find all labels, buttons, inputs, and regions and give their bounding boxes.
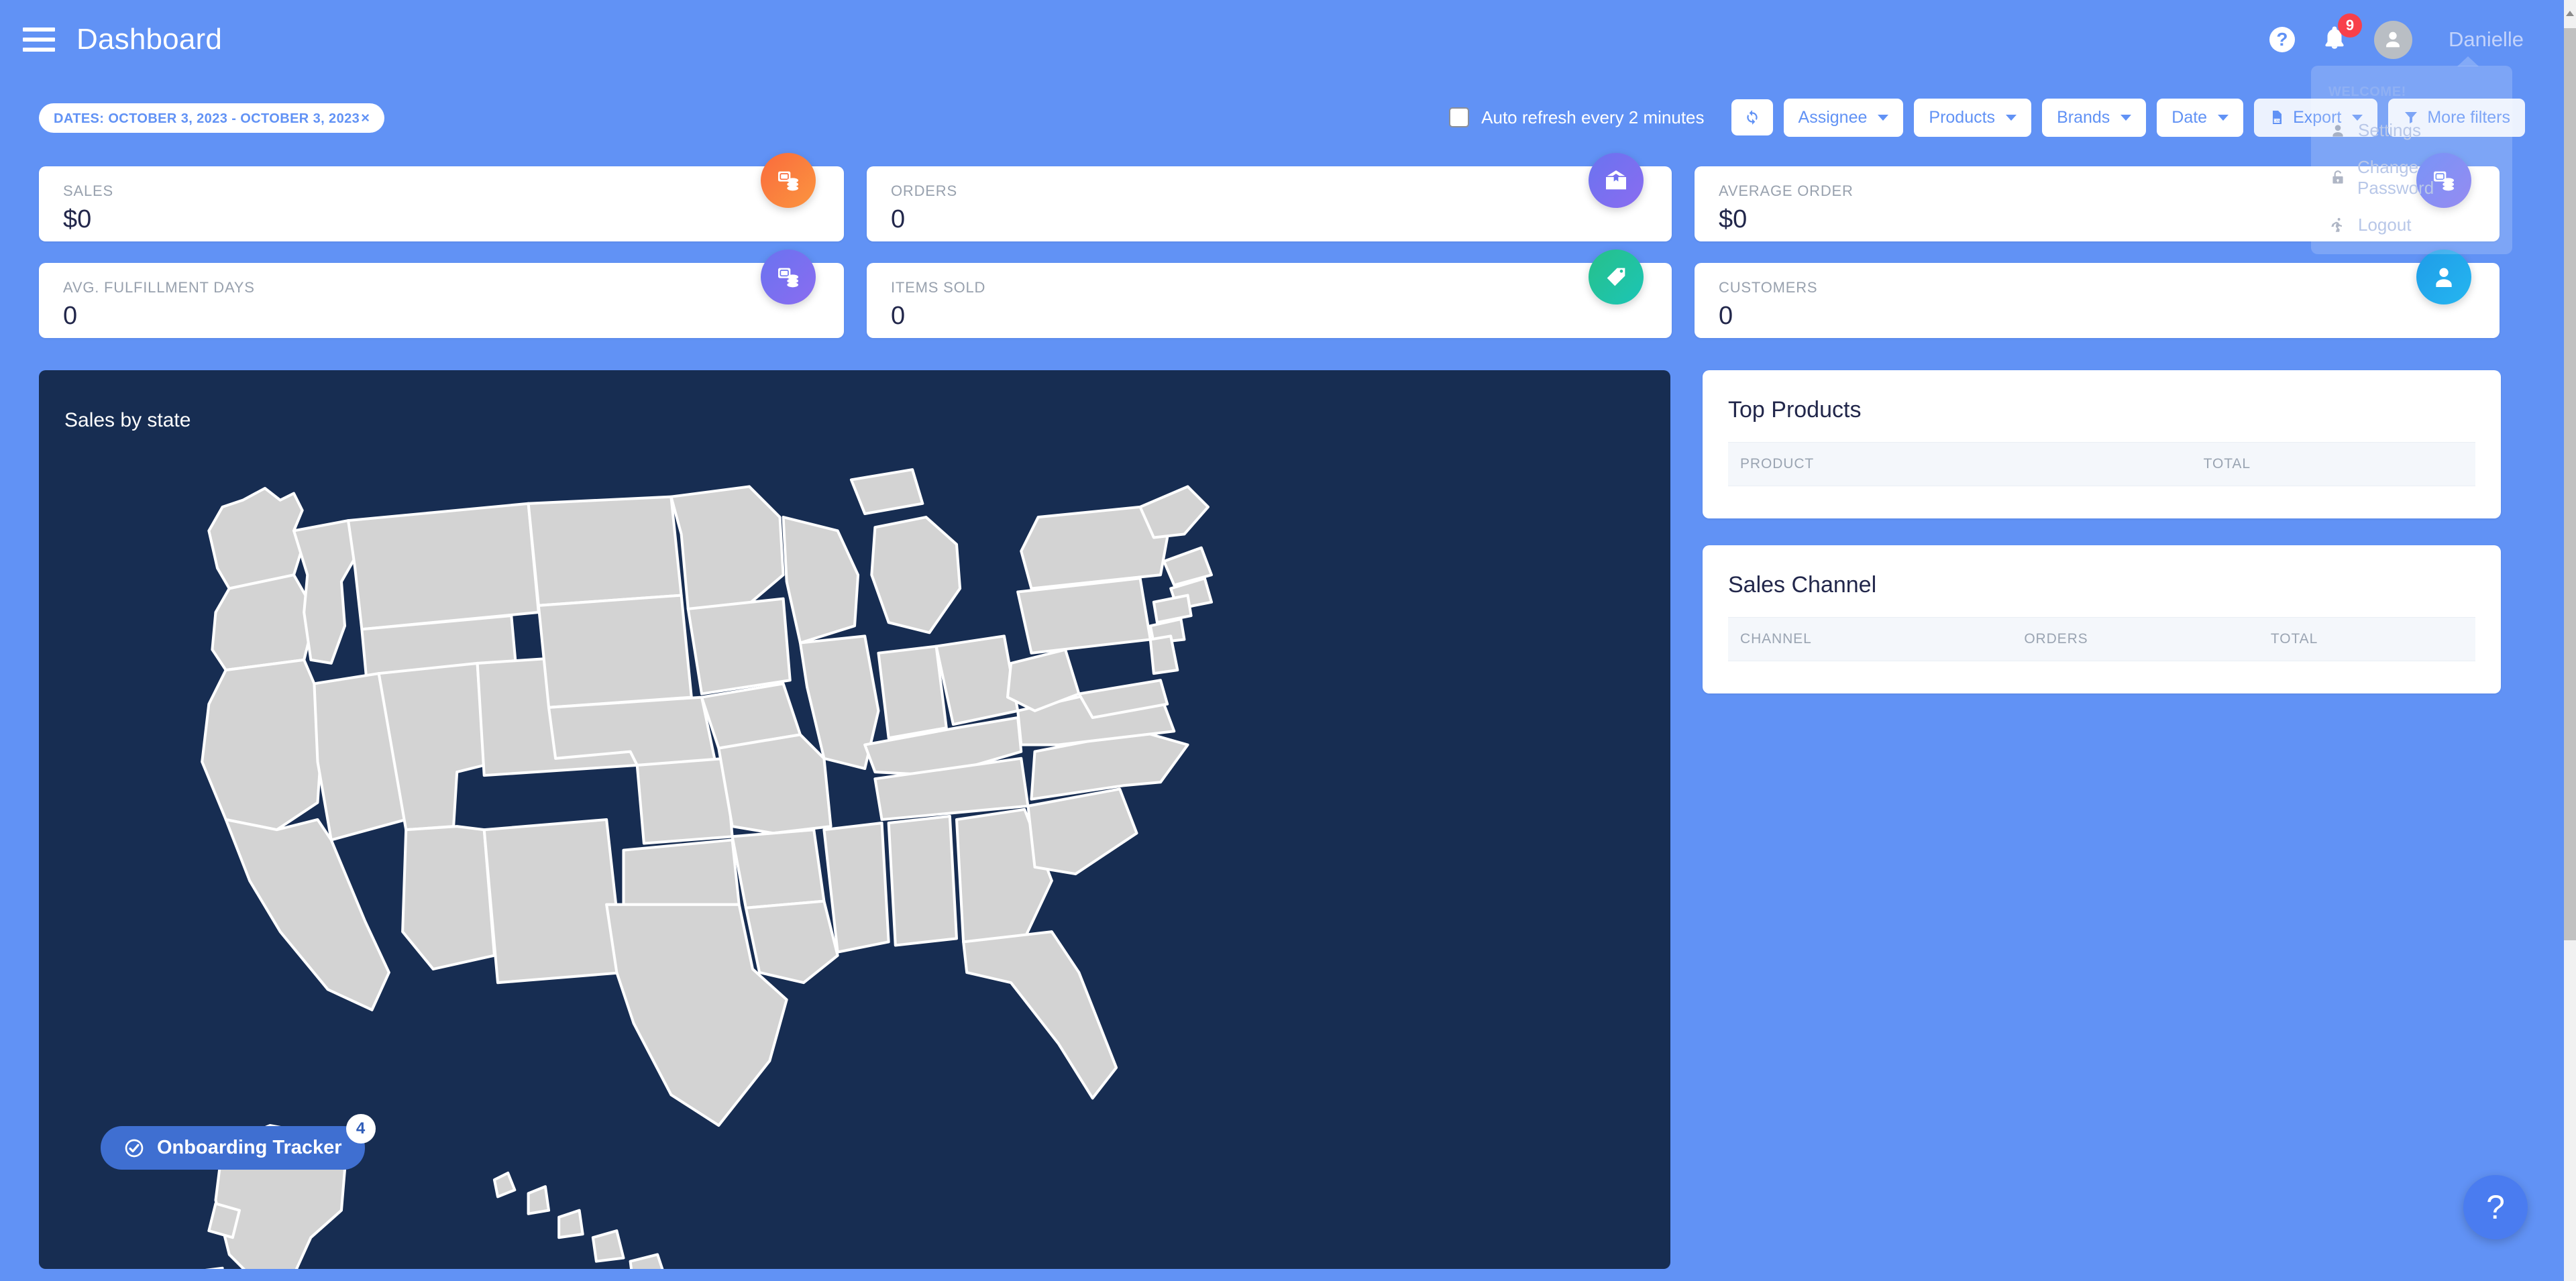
stat-card-orders: ORDERS 0	[867, 153, 1672, 241]
panel-title: Sales Channel	[1728, 572, 1877, 598]
page-title: Dashboard	[76, 23, 223, 56]
column-header-total[interactable]: TOTAL	[2258, 617, 2475, 661]
top-products-table: PRODUCT TOTAL	[1728, 442, 2475, 486]
stat-card-customers: CUSTOMERS 0	[1695, 249, 2500, 338]
notification-badge: 9	[2337, 13, 2362, 38]
filter-bar: DATES: OCTOBER 3, 2023 - OCTOBER 3, 2023…	[0, 91, 2564, 144]
chevron-down-icon	[2218, 114, 2229, 121]
column-header-product[interactable]: PRODUCT	[1728, 442, 2192, 486]
tag-icon	[1589, 249, 1644, 304]
filter-label: Brands	[2057, 107, 2110, 127]
stat-value: 0	[891, 302, 906, 330]
filter-date-button[interactable]: Date	[2157, 98, 2244, 137]
stat-label: AVG. FULFILLMENT DAYS	[63, 279, 255, 296]
scroll-up-arrow-icon[interactable]	[2564, 0, 2576, 27]
right-column: Top Products PRODUCT TOTAL Sales Channel	[1703, 370, 2501, 1269]
menu-item-label: Logout	[2358, 215, 2412, 235]
table-header-row: PRODUCT TOTAL	[1728, 442, 2475, 486]
auto-refresh-toggle[interactable]: Auto refresh every 2 minutes	[1449, 107, 1705, 128]
stat-cards: SALES $0 ORDERS 0 AVERAGE ORDER $0 AVG. …	[39, 153, 2528, 359]
user-dropdown-menu: WELCOME! Settings Change Password Logout	[2311, 56, 2512, 254]
stat-label: CUSTOMERS	[1719, 279, 1818, 296]
dates-filter-label: DATES: OCTOBER 3, 2023 - OCTOBER 3, 2023	[54, 111, 360, 126]
scrollbar-thumb[interactable]	[2564, 28, 2576, 940]
csv-file-icon: CSV	[2273, 111, 2282, 124]
onboarding-tracker-label: Onboarding Tracker	[157, 1137, 342, 1158]
onboarding-tracker-button[interactable]: Onboarding Tracker 4	[101, 1114, 376, 1170]
stat-value: 0	[63, 302, 78, 330]
chevron-down-icon	[1878, 114, 1889, 121]
stat-label: ORDERS	[891, 182, 957, 199]
remove-dates-filter-icon[interactable]: ×	[361, 109, 370, 126]
top-bar: Dashboard ? 9 Danielle	[0, 0, 2564, 79]
filter-label: Assignee	[1798, 107, 1868, 127]
table-header-row: CHANNEL ORDERS TOTAL	[1728, 617, 2475, 661]
dropdown-welcome-label: WELCOME!	[2328, 85, 2406, 99]
money-stack-icon	[761, 153, 816, 208]
stat-value: 0	[891, 205, 906, 233]
lower-section: Sales by state Onboarding Tracker 4 Top …	[39, 370, 2528, 1269]
stat-card-avg-fulfillment-days: AVG. FULFILLMENT DAYS 0	[39, 249, 844, 338]
filter-label: Products	[1929, 107, 1996, 127]
auto-refresh-checkbox[interactable]	[1449, 107, 1470, 127]
sales-by-state-map-panel: Sales by state Onboarding Tracker 4	[39, 370, 1670, 1269]
top-products-panel: Top Products PRODUCT TOTAL	[1703, 370, 2501, 518]
filter-products-button[interactable]: Products	[1914, 98, 2032, 137]
top-bar-actions: ? 9 Danielle	[2269, 13, 2564, 59]
svg-text:CSV: CSV	[2273, 119, 2281, 123]
onboarding-badge: 4	[345, 1114, 376, 1144]
column-header-channel[interactable]: CHANNEL	[1728, 617, 2012, 661]
dates-filter-pill[interactable]: DATES: OCTOBER 3, 2023 - OCTOBER 3, 2023…	[39, 103, 385, 133]
menu-item-label: Settings	[2358, 120, 2421, 140]
panel-title: Top Products	[1728, 397, 1862, 423]
sales-channel-table: CHANNEL ORDERS TOTAL	[1728, 617, 2475, 661]
help-icon[interactable]: ?	[2269, 27, 2295, 52]
menu-item-settings[interactable]: Settings	[2311, 112, 2512, 149]
money-stack-icon	[761, 249, 816, 304]
dashboard-page: Dashboard ? 9 Danielle WELCOME! Settings…	[0, 0, 2576, 1281]
auto-refresh-label: Auto refresh every 2 minutes	[1481, 107, 1705, 127]
vertical-scrollbar[interactable]	[2564, 0, 2576, 1281]
package-box-icon	[1589, 153, 1644, 208]
sales-channel-panel: Sales Channel CHANNEL ORDERS TOTAL	[1703, 545, 2501, 693]
filter-brands-button[interactable]: Brands	[2042, 98, 2147, 137]
filter-assignee-button[interactable]: Assignee	[1783, 98, 1904, 137]
hamburger-menu-icon[interactable]	[23, 27, 55, 52]
stat-value: $0	[1719, 205, 1748, 233]
user-name[interactable]: Danielle	[2449, 27, 2524, 52]
chevron-down-icon	[2121, 114, 2132, 121]
stat-card-items-sold: ITEMS SOLD 0	[867, 249, 1672, 338]
running-person-icon	[2328, 216, 2347, 235]
lock-open-icon	[2328, 168, 2347, 187]
stat-card-sales: SALES $0	[39, 153, 844, 241]
chevron-down-icon	[2006, 114, 2017, 121]
menu-item-label: Change Password	[2357, 157, 2434, 198]
column-header-orders[interactable]: ORDERS	[2012, 617, 2259, 661]
menu-item-change-password[interactable]: Change Password	[2311, 149, 2512, 207]
stat-value: $0	[63, 205, 92, 233]
help-fab-button[interactable]: ?	[2463, 1175, 2528, 1239]
stat-value: 0	[1719, 302, 1733, 330]
person-icon	[2416, 249, 2471, 304]
refresh-icon	[1746, 110, 1758, 125]
check-circle-icon	[125, 1139, 144, 1157]
stat-label: AVERAGE ORDER	[1719, 182, 1854, 199]
refresh-button[interactable]	[1731, 99, 1773, 135]
person-icon	[2386, 32, 2400, 48]
notifications-button[interactable]: 9	[2320, 13, 2362, 57]
column-header-total[interactable]: TOTAL	[2191, 442, 2475, 486]
map-panel-title: Sales by state	[64, 409, 191, 431]
person-icon	[2328, 121, 2347, 140]
menu-item-logout[interactable]: Logout	[2311, 207, 2512, 243]
avatar[interactable]	[2373, 20, 2412, 59]
stat-label: ITEMS SOLD	[891, 279, 986, 296]
question-mark-icon: ?	[2486, 1188, 2505, 1226]
stat-label: SALES	[63, 182, 113, 199]
filter-label: Date	[2171, 107, 2208, 127]
